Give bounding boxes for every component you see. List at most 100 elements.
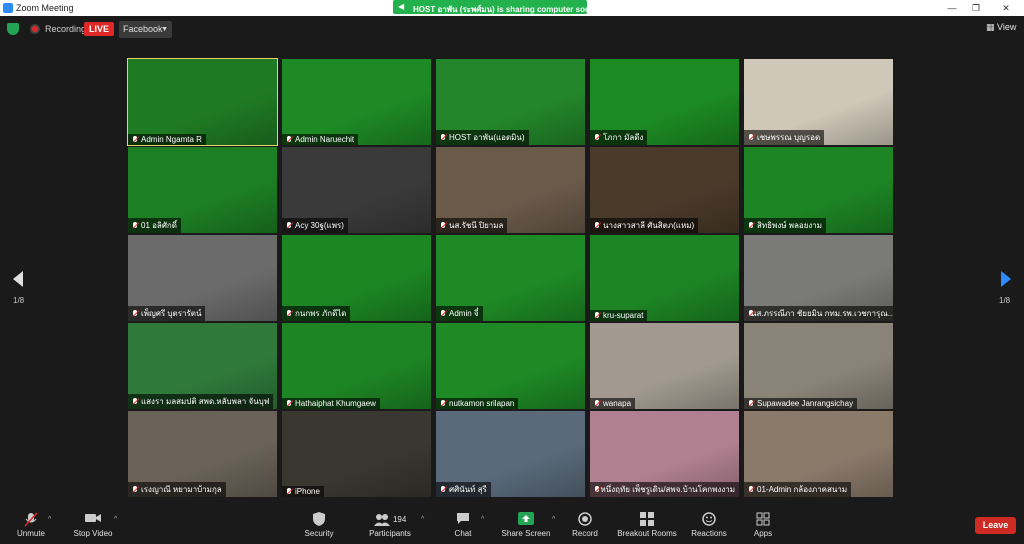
participant-tile[interactable]: นางสาวสาลี ศันสิตภ(แหม) — [590, 147, 739, 233]
participant-name: นส.ภรรณีภา ชัยยมิน กทม.รพ.เวชการุณ... — [751, 309, 893, 318]
participant-name-tag: สิทธิพงษ์ พลอยงาม — [744, 218, 827, 233]
participant-tile[interactable]: นส.ภรรณีภา ชัยยมิน กทม.รพ.เวชการุณ... — [744, 235, 893, 321]
participant-name: นส.รัชนี ปิยามล — [449, 221, 504, 230]
participant-name-tag: 01-Admin กล้องภาคสนาม — [744, 482, 852, 497]
muted-mic-icon — [440, 485, 446, 494]
audio-options-caret-icon[interactable]: ^ — [48, 516, 51, 523]
unmute-button[interactable]: Unmute — [10, 506, 52, 544]
participant-tile[interactable]: Admin Naruechit — [282, 59, 431, 145]
participant-tile[interactable]: เชษพรรณ บุญรอด — [744, 59, 893, 145]
participant-tile[interactable]: แสงรา มลสมปติ สพด.หลับพลา จันบุฟ — [128, 323, 277, 409]
minimize-button[interactable]: — — [944, 1, 960, 15]
muted-mic-icon — [132, 397, 138, 406]
stream-dropdown[interactable]: Facebook ▼ — [119, 21, 172, 38]
participant-name-tag: นางสาวสาลี ศันสิตภ(แหม) — [590, 218, 699, 233]
participant-tile[interactable]: Hathaiphat Khumgaew — [282, 323, 431, 409]
next-page-arrow-icon[interactable] — [1001, 271, 1011, 287]
participant-tile[interactable]: 01 อลิศักดิ์ — [128, 147, 277, 233]
participant-tile[interactable]: kru-suparat — [590, 235, 739, 321]
participant-name: หนึ่งฤทัย เพ็ชรูเดิน/สพจ.บ้านโคกพงงาม — [600, 485, 735, 494]
share-caret-icon[interactable]: ^ — [552, 516, 555, 523]
security-button[interactable]: Security — [301, 506, 337, 544]
participant-name: iPhone — [295, 487, 320, 496]
participant-tile[interactable]: iPhone — [282, 411, 431, 497]
stop-video-button[interactable]: Stop Video — [70, 506, 116, 544]
participant-tile[interactable]: wanapa — [590, 323, 739, 409]
participant-name-tag: หนึ่งฤทัย เพ็ชรูเดิน/สพจ.บ้านโคกพงงาม — [590, 482, 739, 497]
participant-name: kru-suparat — [603, 311, 644, 320]
muted-mic-icon — [594, 311, 600, 320]
view-button[interactable]: ▦ View — [986, 22, 1016, 33]
participant-name: 01-Admin กล้องภาคสนาม — [757, 485, 848, 494]
participant-tile[interactable]: โภกา มัลดีง — [590, 59, 739, 145]
leave-button[interactable]: Leave — [975, 517, 1016, 534]
participant-name: Admin จี๋ — [449, 309, 479, 318]
participant-tile[interactable]: Admin Ngamta R — [127, 58, 278, 146]
participant-tile[interactable]: Supawadee Janrangsichay — [744, 323, 893, 409]
participant-gallery: Admin Ngamta R Admin Naruechit HOST อาพัน(… — [127, 58, 896, 499]
participants-button[interactable]: 194 Participants — [363, 506, 417, 544]
record-button[interactable]: Record — [569, 506, 601, 544]
participant-name: โภกา มัลดีง — [603, 133, 644, 142]
participant-name-tag: Acy 30ฐ(แพร) — [282, 218, 348, 233]
participant-name: สิทธิพงษ์ พลอยงาม — [757, 221, 823, 230]
muted-mic-icon — [440, 133, 446, 142]
participant-name-tag: แสงรา มลสมปติ สพด.หลับพลา จันบุฟ — [128, 394, 274, 409]
muted-mic-icon — [748, 133, 754, 142]
apps-label: Apps — [753, 529, 773, 538]
grid-view-icon: ▦ — [986, 22, 995, 32]
muted-mic-icon — [286, 487, 292, 496]
sharing-banner[interactable]: ◀ HOST อาพัน (ระพศ์มน) is sharing comput… — [393, 0, 600, 14]
share-screen-button[interactable]: Share Screen — [500, 506, 552, 544]
participant-name-tag: nutkamon srilapan — [436, 398, 519, 409]
participant-name: กนกพร ภักดีได — [295, 309, 347, 318]
encryption-shield-icon[interactable] — [7, 23, 19, 35]
participant-tile[interactable]: ศศินันท์ สุรี — [436, 411, 585, 497]
participants-label: Participants — [369, 529, 411, 538]
participant-name-tag: kru-suparat — [590, 310, 648, 321]
speaker-icon: ◀ — [398, 2, 405, 11]
breakout-rooms-button[interactable]: Breakout Rooms — [616, 506, 678, 544]
participant-name-tag: wanapa — [590, 398, 636, 409]
close-button[interactable]: ✕ — [998, 1, 1014, 15]
participant-video — [282, 323, 431, 409]
participant-name: ศศินันท์ สุรี — [449, 485, 487, 494]
participant-tile[interactable]: Acy 30ฐ(แพร) — [282, 147, 431, 233]
participant-name-tag: ศศินันท์ สุรี — [436, 482, 491, 497]
live-badge[interactable]: LIVE — [84, 22, 114, 36]
muted-mic-icon — [440, 399, 446, 408]
participant-name-tag: iPhone — [282, 486, 324, 497]
apps-button[interactable]: Apps — [751, 506, 775, 544]
participant-tile[interactable]: เพ็ญศรี บุตรารัตน์ — [128, 235, 277, 321]
participant-tile[interactable]: 01-Admin กล้องภาคสนาม — [744, 411, 893, 497]
maximize-button[interactable]: ❐ — [968, 1, 984, 15]
previous-page-arrow-icon[interactable] — [13, 271, 23, 287]
participant-tile[interactable]: HOST อาพัน(แอดมิน) — [436, 59, 585, 145]
recording-icon — [30, 24, 40, 34]
participant-name: นางสาวสาลี ศันสิตภ(แหม) — [603, 221, 695, 230]
participant-tile[interactable]: กนกพร ภักดีได — [282, 235, 431, 321]
participant-tile[interactable]: หนึ่งฤทัย เพ็ชรูเดิน/สพจ.บ้านโคกพงงาม — [590, 411, 739, 497]
muted-mic-icon — [594, 133, 600, 142]
participant-tile[interactable]: Admin จี๋ — [436, 235, 585, 321]
participant-tile[interactable]: nutkamon srilapan — [436, 323, 585, 409]
participants-caret-icon[interactable]: ^ — [421, 516, 424, 523]
chat-caret-icon[interactable]: ^ — [481, 516, 484, 523]
participant-name-tag: โภกา มัลดีง — [590, 130, 648, 145]
security-shield-icon — [301, 512, 337, 527]
muted-mic-icon — [594, 485, 599, 494]
participant-name: แสงรา มลสมปติ สพด.หลับพลา จันบุฟ — [141, 397, 270, 406]
participant-name: Supawadee Janrangsichay — [757, 399, 854, 408]
chat-button[interactable]: Chat — [450, 506, 476, 544]
participant-name-tag: Admin Naruechit — [282, 134, 359, 145]
sharing-banner-text: HOST อาพัน (ระพศ์มน) is sharing computer… — [413, 5, 600, 14]
participant-tile[interactable]: นส.รัชนี ปิยามล — [436, 147, 585, 233]
participant-tile[interactable]: สิทธิพงษ์ พลอยงาม — [744, 147, 893, 233]
participant-video — [744, 323, 893, 409]
breakout-rooms-label: Breakout Rooms — [617, 529, 677, 538]
video-options-caret-icon[interactable]: ^ — [114, 516, 117, 523]
reactions-button[interactable]: Reactions — [690, 506, 728, 544]
participant-tile[interactable]: เรงญาณี หยามาบ้ามกุล — [128, 411, 277, 497]
participant-name-tag: นส.ภรรณีภา ชัยยมิน กทม.รพ.เวชการุณ... — [744, 306, 893, 321]
participant-name: Admin Naruechit — [295, 135, 355, 144]
